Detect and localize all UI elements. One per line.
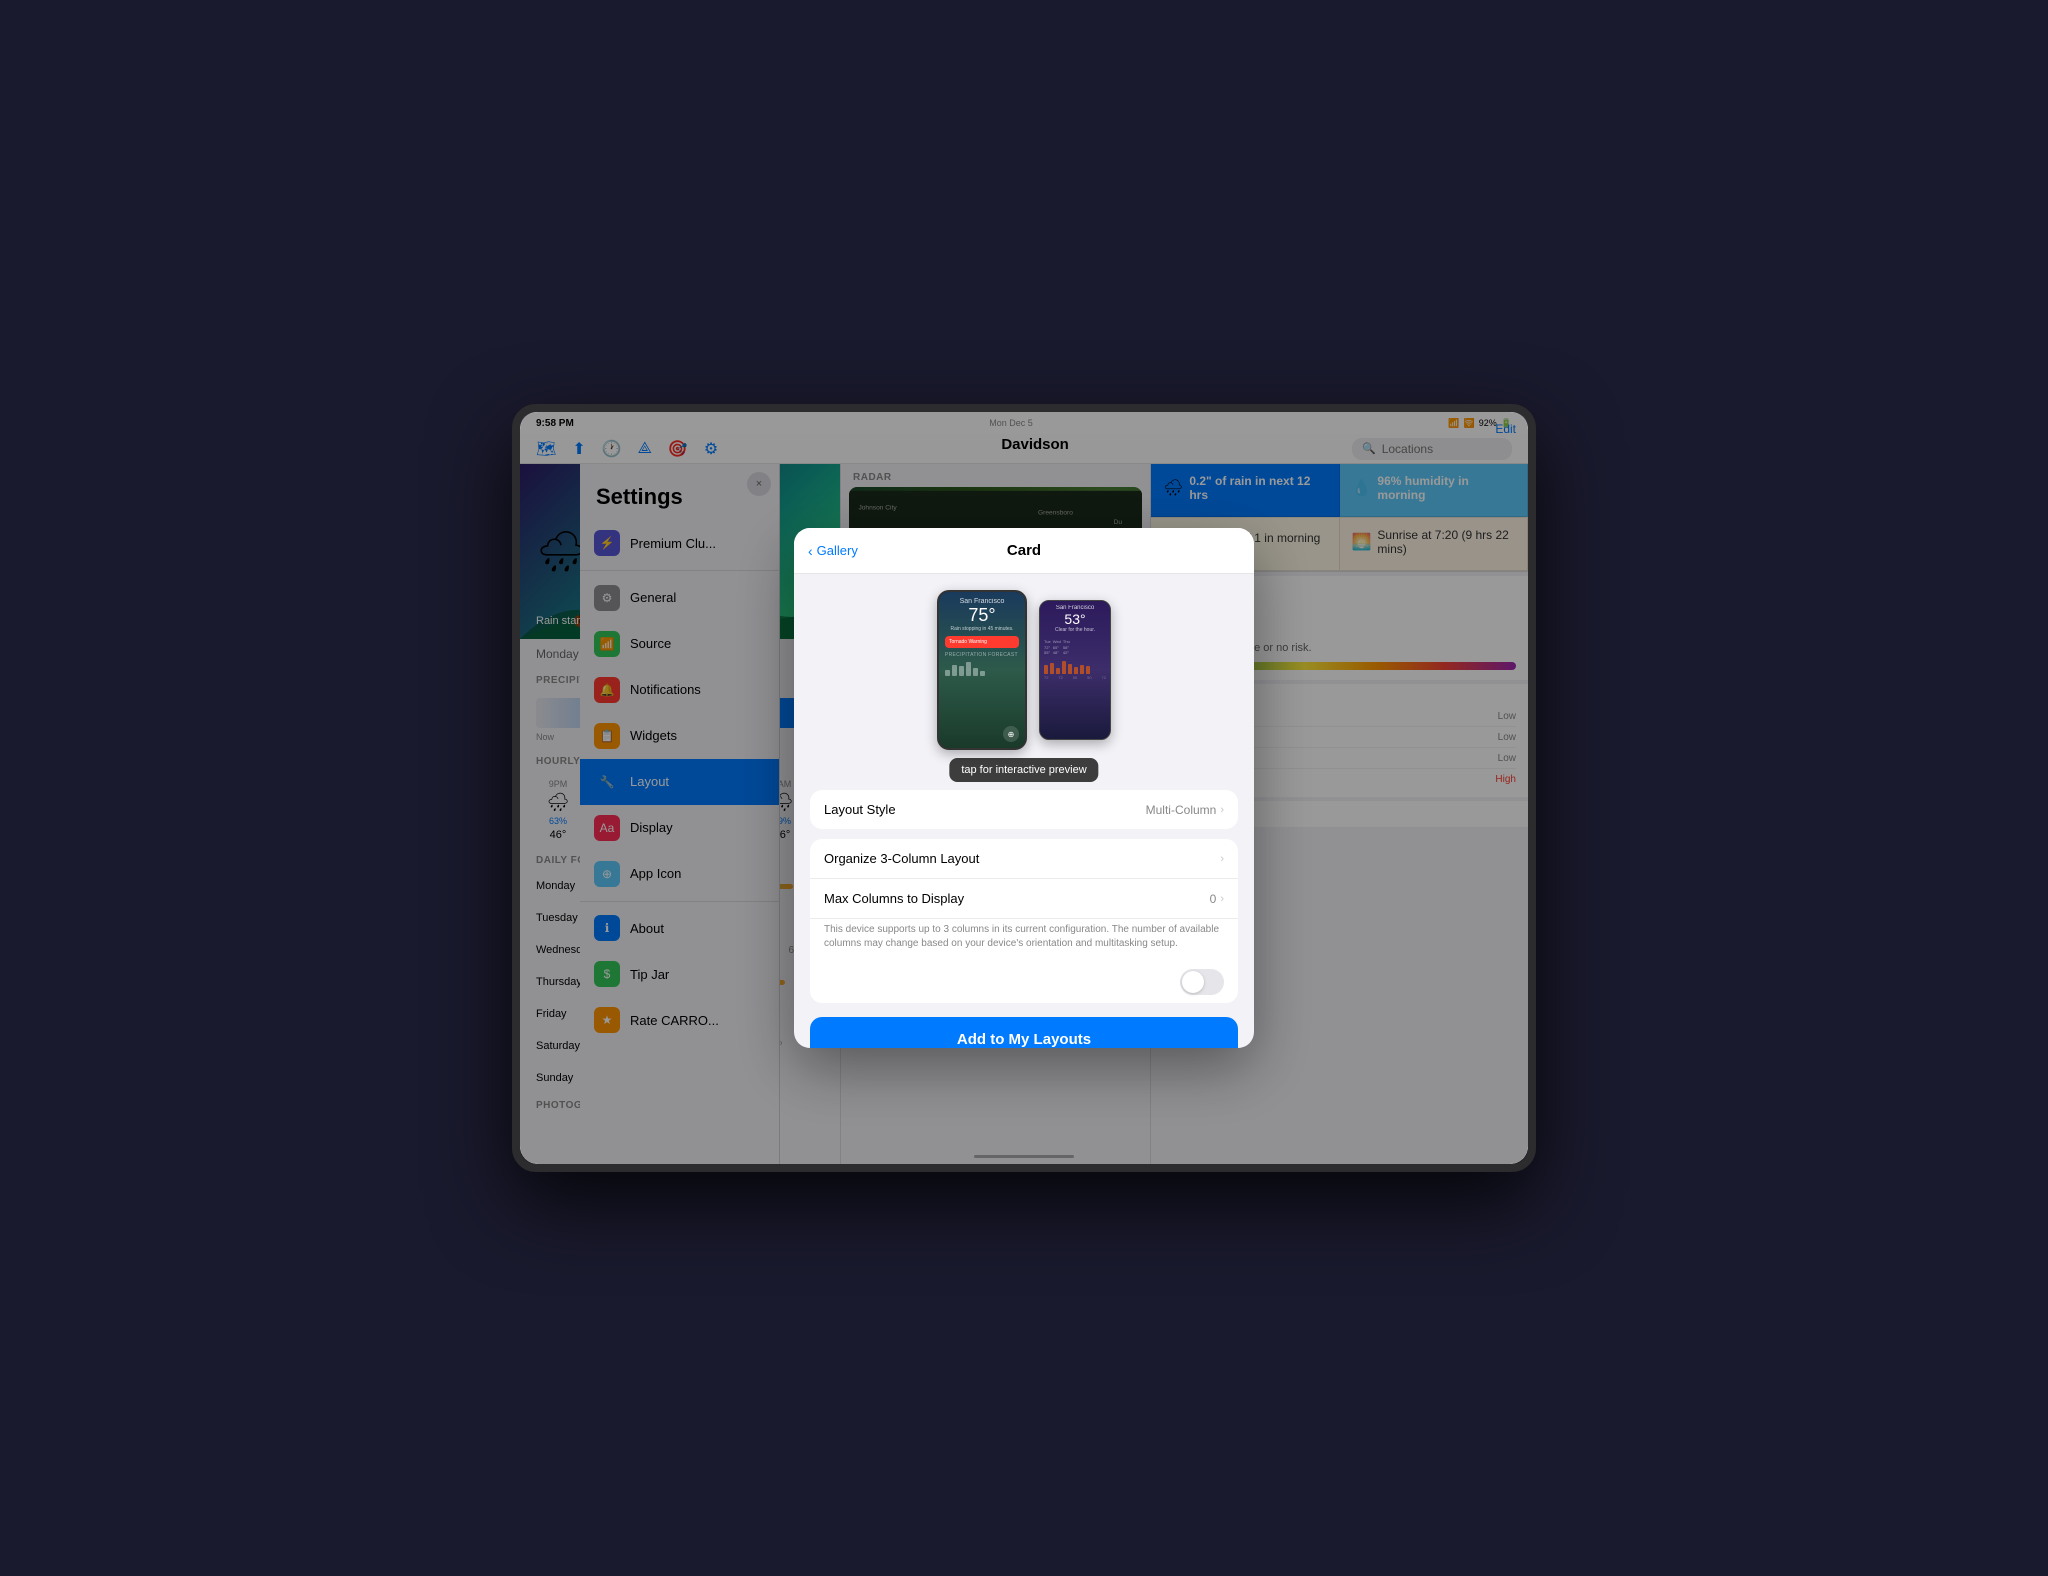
phone-screen: San Francisco 75° Rain stopping in 45 mi…: [939, 592, 1025, 748]
modal-layout-group: Layout Style Multi-Column ›: [810, 790, 1238, 829]
organize-label: Organize 3-Column Layout: [824, 851, 979, 866]
max-columns-row[interactable]: Max Columns to Display 0 ›: [810, 879, 1238, 919]
phone-secondary-screen: San Francisco 53° Clear for the hour. Tu…: [1040, 601, 1110, 739]
card-preview-area: San Francisco 75° Rain stopping in 45 mi…: [810, 590, 1238, 750]
phone-temp: 75°: [945, 605, 1019, 626]
phone-secondary-preview[interactable]: San Francisco 53° Clear for the hour. Tu…: [1039, 600, 1111, 740]
phone-section: PRECIPITATION FORECAST: [945, 652, 1019, 658]
layout-style-value: Multi-Column ›: [1146, 803, 1224, 817]
gallery-back-label: Gallery: [817, 543, 858, 558]
chevron-right-icon: ›: [1220, 893, 1224, 905]
columns-note: This device supports up to 3 columns in …: [810, 919, 1238, 961]
modal-header: ‹ Gallery Card: [794, 528, 1254, 574]
add-to-layouts-button[interactable]: Add to My Layouts: [810, 1017, 1238, 1048]
layout-style-label: Layout Style: [824, 802, 896, 817]
phone-city-sm: San Francisco: [1044, 605, 1106, 611]
organize-row[interactable]: Organize 3-Column Layout ›: [810, 839, 1238, 879]
phone-city: San Francisco: [945, 598, 1019, 605]
phone-alert: Tornado Warning: [945, 636, 1019, 648]
chevron-right-icon: ›: [1220, 804, 1224, 816]
layout-style-row[interactable]: Layout Style Multi-Column ›: [810, 790, 1238, 829]
modal-columns-group: Organize 3-Column Layout › Max Columns t…: [810, 839, 1238, 1003]
phone-mini-bars: [945, 660, 1019, 676]
phone-desc: Rain stopping in 45 minutes.: [945, 626, 1019, 632]
card-modal: ‹ Gallery Card San F: [794, 528, 1254, 1048]
phone-desc-sm: Clear for the hour.: [1044, 627, 1106, 633]
zoom-icon: ⊕: [1003, 726, 1019, 742]
ipad-screen: 9:58 PM Mon Dec 5 📶 🛜 92% 🔋 🗺 ⬆ 🕐 ⟁ 🎯: [520, 412, 1528, 1164]
phone-temp-sm: 53°: [1044, 611, 1106, 627]
max-columns-label: Max Columns to Display: [824, 891, 964, 906]
modal-body: San Francisco 75° Rain stopping in 45 mi…: [794, 574, 1254, 1048]
modal-overlay[interactable]: ‹ Gallery Card San F: [520, 412, 1528, 1164]
chevron-right-icon: ›: [1220, 853, 1224, 865]
gallery-back-button[interactable]: ‹ Gallery: [808, 543, 858, 559]
modal-title: Card: [1007, 542, 1041, 559]
chevron-left-icon: ‹: [808, 543, 813, 559]
max-columns-value: 0 ›: [1210, 892, 1224, 906]
preview-wrapper: San Francisco 75° Rain stopping in 45 mi…: [810, 590, 1238, 750]
columns-toggle[interactable]: [1180, 969, 1224, 995]
preview-tooltip: tap for interactive preview: [949, 758, 1098, 782]
ipad-frame: 9:58 PM Mon Dec 5 📶 🛜 92% 🔋 🗺 ⬆ 🕐 ⟁ 🎯: [512, 404, 1536, 1172]
phone-main-preview[interactable]: San Francisco 75° Rain stopping in 45 mi…: [937, 590, 1027, 750]
